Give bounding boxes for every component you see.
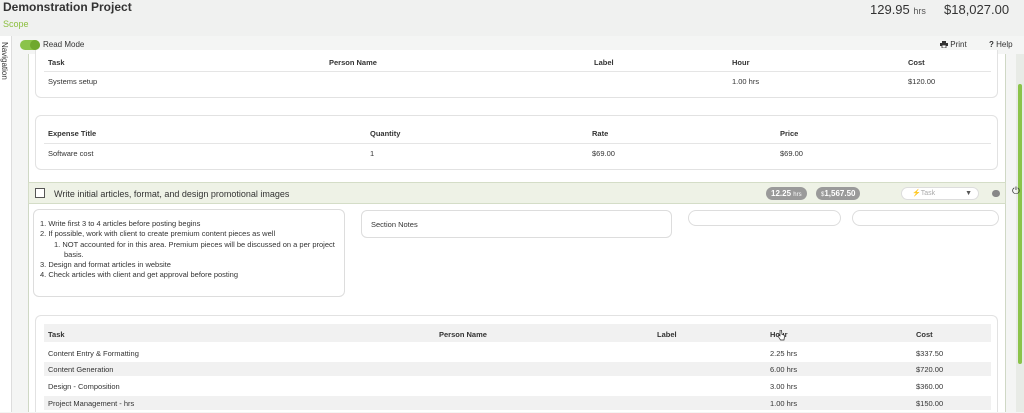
note-line: 4. Check articles with client and get ap… (40, 270, 239, 279)
note-line: basis. (64, 250, 84, 259)
help-button[interactable]: ? Help (989, 40, 1013, 49)
divider (44, 143, 991, 144)
table-row: Software cost (48, 149, 94, 158)
col-expense-title: Expense Title (48, 129, 97, 138)
col-price: Price (780, 129, 799, 138)
row-cost: $120.00 (908, 77, 936, 86)
col-rate: Rate (592, 129, 609, 138)
task-table-bottom: Task Person Name Label Hour Cost Content… (36, 316, 999, 413)
note-line: 2. If possible, work with client to crea… (40, 229, 276, 238)
section-checkbox[interactable] (35, 188, 45, 198)
empty-field[interactable] (852, 210, 999, 226)
section-header[interactable]: Write initial articles, format, and desi… (28, 182, 1020, 204)
table-header-row (44, 324, 991, 342)
table-row: Content Generation (48, 365, 114, 374)
empty-field[interactable] (688, 210, 841, 226)
note-line: 3. Design and format articles in website (40, 260, 171, 269)
expense-table: Expense Title Quantity Rate Price Softwa… (36, 116, 999, 171)
scrollbar[interactable] (1016, 54, 1024, 412)
table-row: Design - Composition (48, 382, 120, 391)
row-hour: 6.00 hrs (770, 365, 798, 374)
chevron-down-icon: ▼ (965, 190, 972, 197)
task-table-card-bottom: Task Person Name Label Hour Cost Content… (35, 315, 998, 412)
row-stripe (44, 396, 991, 410)
row-hour: 3.00 hrs (770, 382, 798, 391)
total-cost: $18,027.00 (944, 2, 1010, 17)
print-button[interactable]: Print (940, 40, 967, 49)
bolt-icon: ⚡ (912, 190, 921, 197)
section-description[interactable]: 1. Write first 3 to 4 articles before po… (33, 209, 345, 297)
navigation-tab[interactable]: Navigation (0, 36, 12, 412)
section-hours-badge: 12.25 hrs (766, 187, 807, 200)
row-hour: 1.00 hrs (770, 399, 798, 408)
row-cost: $720.00 (916, 365, 944, 374)
comment-icon[interactable] (992, 190, 1000, 197)
section-title[interactable]: Write initial articles, format, and desi… (54, 189, 289, 199)
type-select[interactable]: ⚡Task ▼ (901, 187, 979, 200)
expense-table-card: Expense Title Quantity Rate Price Softwa… (35, 115, 998, 170)
col-cost: Cost (908, 58, 925, 67)
row-price: $69.00 (780, 149, 803, 158)
total-hours: 129.95 hrs (870, 2, 926, 17)
row-rate: $69.00 (592, 149, 615, 158)
section-notes-label: Section Notes (371, 220, 418, 229)
power-icon[interactable]: ⏻ (1012, 186, 1020, 197)
col-label: Label (657, 330, 677, 339)
navigation-label: Navigation (0, 42, 9, 80)
section-notes[interactable]: Section Notes (361, 210, 672, 238)
col-label: Label (594, 58, 614, 67)
row-cost: $150.00 (916, 399, 944, 408)
table-row: Project Management - hrs (48, 399, 135, 408)
row-quantity: 1 (370, 149, 375, 158)
col-quantity: Quantity (370, 129, 401, 138)
read-mode-toggle[interactable] (20, 40, 40, 50)
note-line: 1. NOT accounted for in this area. Premi… (54, 240, 335, 249)
project-title: Demonstration Project (3, 0, 132, 14)
question-icon: ? (989, 40, 994, 49)
col-task: Task (48, 330, 65, 339)
col-person-name: Person Name (329, 58, 377, 67)
row-hour: 1.00 hrs (732, 77, 760, 86)
row-stripe (44, 362, 991, 376)
divider (44, 71, 991, 72)
scrollbar-thumb[interactable] (1018, 84, 1022, 364)
read-mode-label: Read Mode (43, 40, 85, 49)
app-header: Demonstration Project Scope 129.95 hrs $… (0, 0, 1024, 36)
hand-cursor-icon (777, 330, 785, 341)
col-task: Task (48, 58, 65, 67)
table-row: Content Entry & Formatting (48, 349, 139, 358)
task-table-card-top: Task Person Name Label Hour Cost Systems… (35, 50, 998, 98)
col-cost: Cost (916, 330, 933, 339)
section-cost-badge: $1,567.50 (816, 187, 861, 200)
row-cost: $337.50 (916, 349, 944, 358)
row-cost: $360.00 (916, 382, 944, 391)
printer-icon (940, 41, 948, 49)
task-table-top: Task Person Name Label Hour Cost Systems… (36, 50, 999, 98)
row-hour: 2.25 hrs (770, 349, 798, 358)
note-line: 1. Write first 3 to 4 articles before po… (40, 219, 201, 228)
table-row: Systems setup (48, 77, 98, 86)
project-subtitle[interactable]: Scope (3, 19, 29, 29)
col-person-name: Person Name (439, 330, 487, 339)
col-hour: Hour (732, 58, 750, 67)
